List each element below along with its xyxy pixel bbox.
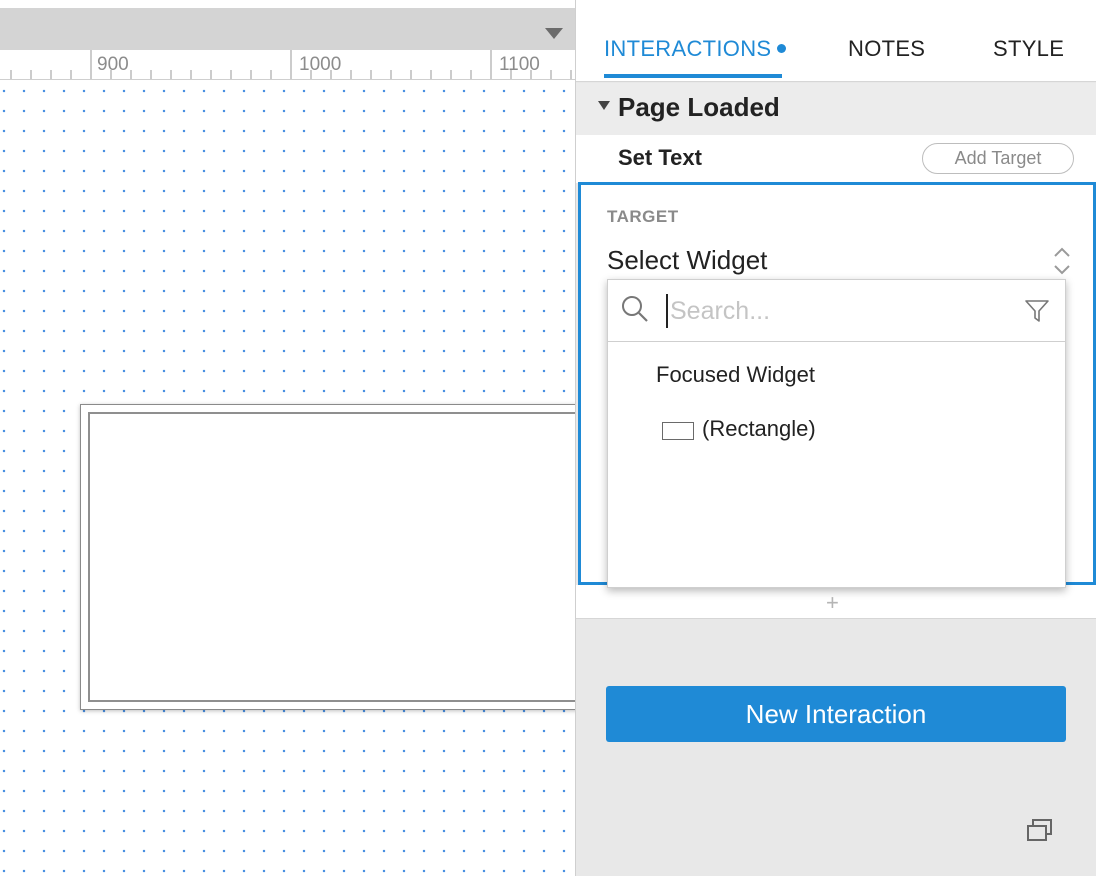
option-rectangle-label: (Rectangle) bbox=[702, 416, 816, 441]
canvas-top-strip bbox=[0, 0, 576, 8]
add-target-button[interactable]: Add Target bbox=[922, 143, 1074, 174]
caret-down-icon[interactable] bbox=[598, 101, 610, 110]
panel-tab-bar: INTERACTIONS NOTES STYLE bbox=[576, 0, 1096, 82]
canvas-area[interactable]: 900 1000 1100 bbox=[0, 0, 608, 876]
tab-interactions-label: INTERACTIONS bbox=[604, 36, 772, 61]
add-action-strip: + bbox=[576, 585, 1096, 619]
rectangle-icon bbox=[662, 422, 694, 440]
ruler-label-1100: 1100 bbox=[499, 54, 540, 75]
add-action-plus-icon[interactable]: + bbox=[826, 592, 839, 614]
filter-icon[interactable] bbox=[1024, 298, 1050, 324]
canvas-header-bar bbox=[0, 8, 576, 50]
horizontal-ruler: 900 1000 1100 bbox=[0, 50, 576, 80]
event-title: Page Loaded bbox=[618, 92, 780, 122]
ruler-label-1000: 1000 bbox=[299, 54, 342, 75]
rectangle-widget-inner bbox=[88, 412, 600, 702]
select-widget-value: Select Widget bbox=[607, 245, 768, 275]
tab-notes[interactable]: NOTES bbox=[848, 36, 925, 62]
action-row[interactable]: Set Text Add Target bbox=[576, 135, 1096, 183]
select-widget-dropdown[interactable]: Select Widget bbox=[607, 241, 1073, 281]
unsaved-dot-icon bbox=[777, 43, 787, 53]
active-tab-underline bbox=[604, 74, 782, 78]
tab-style[interactable]: STYLE bbox=[993, 36, 1064, 62]
popout-icon[interactable] bbox=[1026, 818, 1054, 844]
chevron-down-icon[interactable] bbox=[545, 28, 563, 39]
rectangle-widget[interactable] bbox=[80, 404, 608, 710]
option-focused-widget[interactable]: Focused Widget bbox=[656, 362, 815, 388]
widget-picker-dropdown: Focused Widget (Rectangle) bbox=[607, 279, 1066, 588]
target-label: TARGET bbox=[607, 207, 679, 226]
ruler-ticks bbox=[10, 50, 572, 79]
up-down-arrows-icon bbox=[1054, 247, 1070, 275]
event-row[interactable]: Page Loaded bbox=[576, 83, 1096, 135]
search-row bbox=[608, 280, 1065, 342]
action-title: Set Text bbox=[618, 145, 702, 170]
search-input[interactable] bbox=[666, 294, 1006, 328]
search-icon bbox=[622, 296, 648, 322]
tab-interactions[interactable]: INTERACTIONS bbox=[604, 36, 787, 62]
new-interaction-button[interactable]: New Interaction bbox=[606, 686, 1066, 742]
ruler-label-900: 900 bbox=[97, 54, 129, 75]
